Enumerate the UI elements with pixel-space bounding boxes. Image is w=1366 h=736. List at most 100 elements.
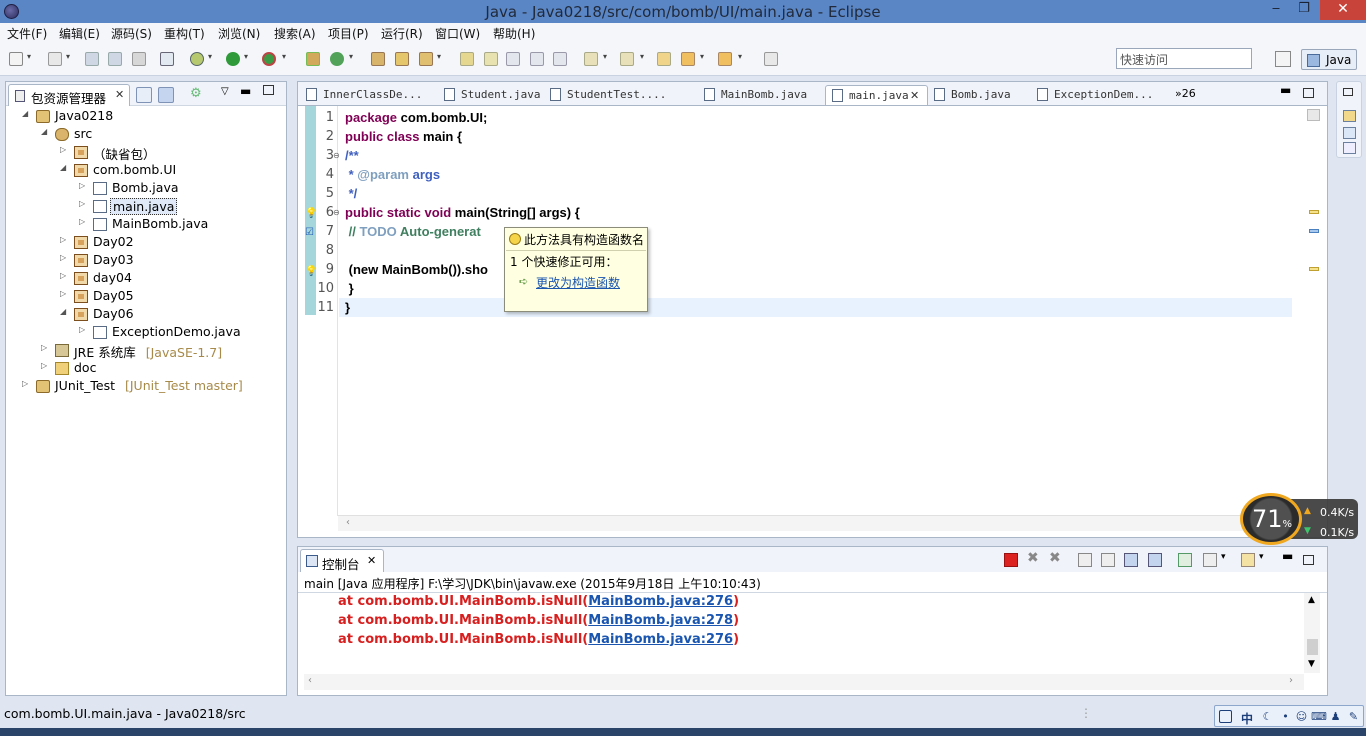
console-tab[interactable]: 控制台 ✕ [300, 549, 384, 572]
close-icon[interactable]: ✕ [910, 89, 919, 102]
toggle-whitespace-icon[interactable] [506, 52, 520, 66]
save-all-icon[interactable] [108, 52, 122, 66]
clear-console-icon[interactable] [1078, 553, 1092, 567]
menu-window[interactable]: 窗口(W) [435, 25, 480, 42]
show-on-stderr-icon[interactable] [1148, 553, 1162, 567]
expanded-twisty-icon[interactable]: ◢ [41, 127, 51, 136]
pilcrow-icon[interactable] [553, 52, 567, 66]
pin-console-icon[interactable] [1178, 553, 1192, 567]
minimize-view-icon[interactable]: ▬ [240, 84, 251, 98]
menu-edit[interactable]: 编辑(E) [59, 25, 100, 42]
java-perspective-button[interactable]: Java [1301, 49, 1357, 70]
tab-innerclassdemo[interactable]: InnerClassDe... [300, 85, 425, 105]
maximize-editor-icon[interactable] [1303, 88, 1314, 98]
quick-access-input[interactable]: 快速访问 [1116, 48, 1252, 69]
collapsed-twisty-icon[interactable]: ▷ [41, 361, 51, 370]
last-edit-icon[interactable] [657, 52, 671, 66]
collapsed-twisty-icon[interactable]: ▷ [41, 343, 51, 352]
menu-search[interactable]: 搜索(A) [274, 25, 316, 42]
collapsed-twisty-icon[interactable]: ▷ [60, 235, 70, 244]
collapsed-twisty-icon[interactable]: ▷ [79, 199, 89, 208]
scroll-right-icon[interactable]: › [1289, 675, 1293, 686]
ime-logo-icon[interactable] [1219, 710, 1232, 723]
expanded-twisty-icon[interactable]: ◢ [22, 109, 32, 118]
collapsed-twisty-icon[interactable]: ▷ [22, 379, 32, 388]
console-horizontal-scrollbar[interactable]: ‹ › [304, 674, 1304, 690]
half-width-moon-icon[interactable]: ☾ [1261, 710, 1274, 723]
overview-task-marker[interactable] [1309, 229, 1319, 233]
maximize-view-icon[interactable] [1303, 555, 1314, 565]
stack-frame-link[interactable]: MainBomb.java:276 [588, 594, 733, 609]
pin-editor-icon[interactable] [764, 52, 778, 66]
stack-frame-link[interactable]: MainBomb.java:276 [588, 632, 733, 647]
open-console-icon[interactable] [1241, 553, 1255, 567]
run-external-tools-icon[interactable] [262, 52, 276, 66]
more-tabs-indicator[interactable]: »26 [1175, 87, 1196, 100]
open-perspective-icon[interactable] [1275, 51, 1291, 67]
menu-help[interactable]: 帮助(H) [493, 25, 535, 42]
scroll-lock-icon[interactable] [1101, 553, 1115, 567]
fold-icon[interactable]: ⊖ [333, 208, 340, 217]
class-dropdown-icon[interactable]: ▾ [349, 52, 357, 61]
collapsed-twisty-icon[interactable]: ▷ [60, 145, 70, 154]
save-icon[interactable] [85, 52, 99, 66]
forward-dropdown-icon[interactable]: ▾ [738, 52, 746, 61]
search-dropdown-icon[interactable]: ▾ [437, 52, 445, 61]
display-console-icon[interactable] [1203, 553, 1217, 567]
collapse-all-icon[interactable] [136, 87, 152, 103]
close-button[interactable]: ✕ [1320, 0, 1366, 20]
restore-icon[interactable] [1343, 88, 1353, 100]
ime-toolbar[interactable]: 中 ☾ • ☺ ⌨ ♟ ✎ [1214, 705, 1364, 727]
user-icon[interactable]: ♟ [1329, 710, 1342, 723]
expanded-twisty-icon[interactable]: ◢ [60, 163, 70, 172]
tab-bomb[interactable]: Bomb.java [928, 85, 1038, 105]
next-annotation-icon[interactable] [584, 52, 598, 66]
maximize-view-icon[interactable] [263, 85, 274, 95]
collapsed-twisty-icon[interactable]: ▷ [79, 217, 89, 226]
overview-warning-marker[interactable] [1309, 267, 1319, 271]
view-menu-icon[interactable]: ▽ [221, 86, 229, 97]
minimize-view-icon[interactable]: ▬ [1282, 549, 1293, 563]
open-dropdown-icon[interactable]: ▾ [66, 52, 74, 61]
focus-icon[interactable]: ⚙ [190, 86, 206, 102]
new-java-class-icon[interactable] [330, 52, 344, 66]
link-with-editor-icon[interactable] [158, 87, 174, 103]
toggle-annotation-icon[interactable] [460, 52, 474, 66]
fold-icon[interactable]: ⊖ [333, 151, 340, 160]
collapsed-twisty-icon[interactable]: ▷ [79, 181, 89, 190]
menu-file[interactable]: 文件(F) [7, 25, 47, 42]
menu-refactor[interactable]: 重构(T) [164, 25, 205, 42]
external-dropdown-icon[interactable]: ▾ [282, 52, 290, 61]
network-monitor-widget[interactable]: 71% ▲ 0.4K/s ▼ 0.1K/s [1240, 493, 1360, 545]
package-explorer-tab[interactable]: 包资源管理器 ✕ [8, 84, 130, 106]
problems-icon[interactable] [1343, 142, 1356, 154]
scroll-thumb[interactable] [1307, 639, 1318, 655]
new-java-package-icon[interactable] [306, 52, 320, 66]
stack-frame-link[interactable]: MainBomb.java:278 [588, 613, 733, 628]
task-icon[interactable]: ☑ [305, 227, 314, 238]
tab-mainbomb[interactable]: MainBomb.java [698, 85, 813, 105]
show-on-stdout-icon[interactable] [1124, 553, 1138, 567]
menu-project[interactable]: 项目(P) [328, 25, 369, 42]
run-dropdown-icon[interactable]: ▾ [244, 52, 252, 61]
display-dropdown-icon[interactable]: ▾ [1221, 552, 1226, 562]
task-list-icon[interactable] [1343, 110, 1356, 122]
settings-wrench-icon[interactable]: ✎ [1347, 710, 1360, 723]
quick-fix-link[interactable]: 更改为构造函数 [536, 274, 620, 291]
search-icon[interactable] [419, 52, 433, 66]
menu-run[interactable]: 运行(R) [381, 25, 423, 42]
forward-icon[interactable] [718, 52, 732, 66]
previous-annotation-icon[interactable] [620, 52, 634, 66]
next-dropdown-icon[interactable]: ▾ [603, 52, 611, 61]
open-dropdown-icon[interactable]: ▾ [1259, 552, 1264, 562]
overview-warning-marker[interactable] [1309, 210, 1319, 214]
collapsed-twisty-icon[interactable]: ▷ [60, 271, 70, 280]
editor-horizontal-scrollbar[interactable]: ‹ [338, 515, 1293, 531]
menu-navigate[interactable]: 浏览(N) [218, 25, 260, 42]
debug-icon[interactable] [190, 52, 204, 66]
back-icon[interactable] [681, 52, 695, 66]
scroll-left-icon[interactable]: ‹ [346, 517, 350, 528]
close-icon[interactable]: ✕ [367, 554, 376, 567]
keyboard-icon[interactable]: ⌨ [1311, 710, 1327, 723]
terminate-icon[interactable] [1004, 553, 1018, 567]
